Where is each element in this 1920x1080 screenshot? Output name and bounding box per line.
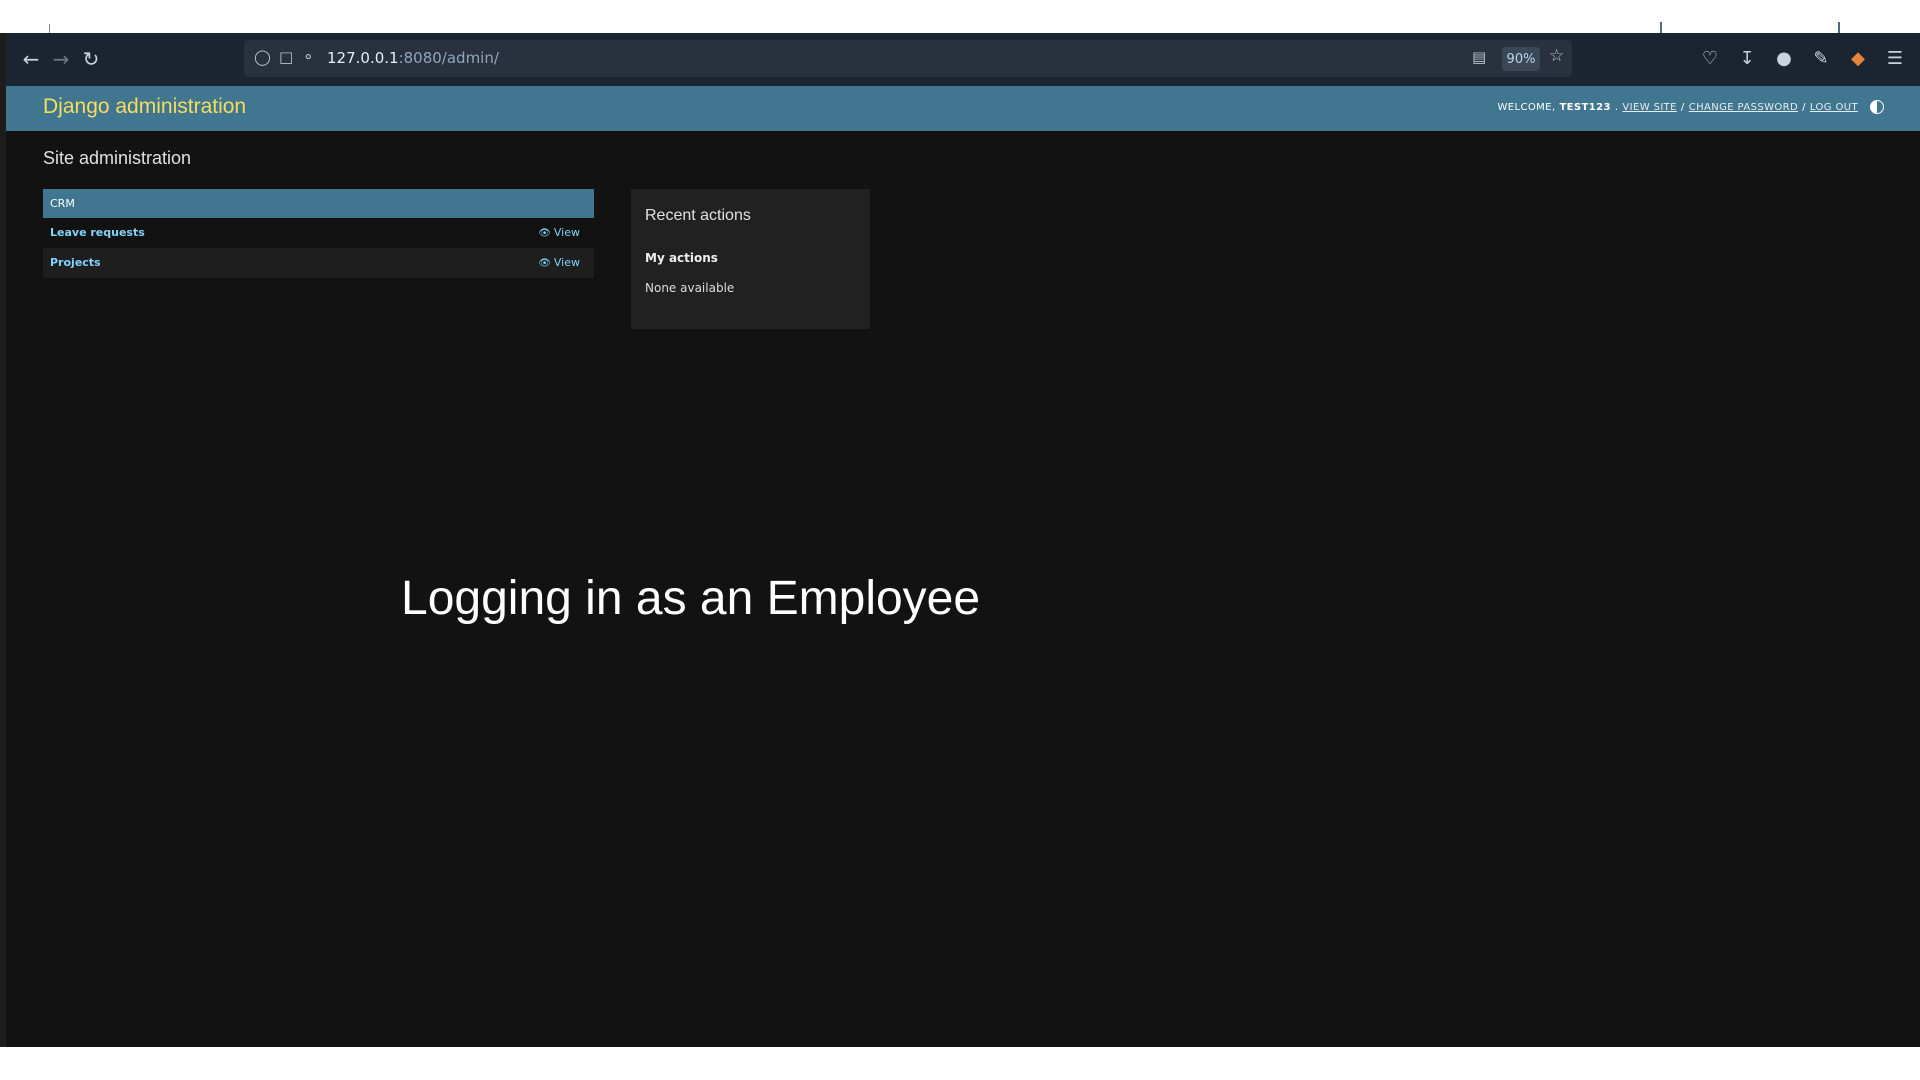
site-brand[interactable]: Django administration — [43, 95, 246, 119]
bookmark-star-icon[interactable]: ☆ — [1549, 46, 1564, 66]
video-caption: Logging in as an Employee — [401, 572, 981, 625]
django-header: Django administration WELCOME, TEST123. … — [6, 86, 1920, 131]
pocket-icon[interactable]: ♡ — [1697, 45, 1723, 71]
view-link[interactable]: 👁 View — [538, 256, 580, 269]
page-title: Site administration — [43, 148, 192, 168]
user-tools: WELCOME, TEST123. VIEW SITE / CHANGE PAS… — [1497, 100, 1884, 114]
empty-message: None available — [645, 281, 735, 295]
log-out-link[interactable]: LOG OUT — [1810, 102, 1858, 113]
recent-actions-panel: Recent actions My actions None available — [631, 189, 870, 329]
extensions-icon[interactable]: ✎ — [1808, 45, 1834, 71]
recent-actions-title: Recent actions — [645, 207, 751, 224]
key-icon[interactable]: ⚬ — [302, 48, 315, 66]
forward-arrow-icon[interactable]: → — [47, 45, 75, 73]
separator: / — [1680, 101, 1685, 113]
browser-toolbar: ← → ↻ ◯ □ ⚬ 127.0.0.1:8080/admin/ ▤ 90% … — [6, 33, 1920, 86]
app-module-crm: CRM Leave requests 👁 View Projects 👁 View — [43, 189, 594, 278]
welcome-text: WELCOME, — [1497, 101, 1556, 113]
reload-icon[interactable]: ↻ — [77, 45, 105, 73]
top-frame-strip — [0, 0, 1920, 38]
browser-screen: ← → ↻ ◯ □ ⚬ 127.0.0.1:8080/admin/ ▤ 90% … — [0, 33, 1920, 1047]
reader-view-icon[interactable]: ▤ — [1472, 48, 1486, 66]
download-icon[interactable]: ↧ — [1734, 45, 1760, 71]
model-link-leave-requests[interactable]: Leave requests — [50, 226, 145, 239]
view-label: View — [553, 256, 580, 269]
view-link[interactable]: 👁 View — [538, 226, 580, 239]
eye-icon: 👁 — [538, 258, 551, 269]
bottom-frame-strip — [0, 1047, 1920, 1080]
shield-icon[interactable]: ◯ — [254, 48, 271, 66]
url-path: :8080/admin/ — [398, 49, 499, 67]
window-edge — [0, 33, 6, 1047]
my-actions-heading: My actions — [645, 251, 718, 265]
table-row: Projects 👁 View — [43, 248, 594, 278]
zoom-badge[interactable]: 90% — [1502, 47, 1540, 71]
address-bar[interactable]: ◯ □ ⚬ 127.0.0.1:8080/admin/ ▤ 90% ☆ — [244, 40, 1572, 77]
table-row: Leave requests 👁 View — [43, 218, 594, 248]
theme-toggle-icon[interactable] — [1870, 100, 1884, 114]
model-link-projects[interactable]: Projects — [50, 256, 101, 269]
view-label: View — [553, 226, 580, 239]
view-site-link[interactable]: VIEW SITE — [1622, 102, 1677, 113]
eye-icon: 👁 — [538, 228, 551, 239]
account-avatar-icon[interactable]: ● — [1771, 45, 1797, 71]
menu-icon[interactable]: ☰ — [1882, 45, 1908, 71]
username: TEST123 — [1559, 101, 1611, 113]
module-caption[interactable]: CRM — [43, 189, 594, 218]
url-host: 127.0.0.1 — [327, 49, 399, 67]
back-arrow-icon[interactable]: ← — [17, 45, 45, 73]
url-text[interactable]: 127.0.0.1:8080/admin/ — [327, 49, 499, 67]
period: . — [1614, 101, 1619, 113]
fox-extension-icon[interactable]: ◆ — [1845, 45, 1871, 71]
page-icon[interactable]: □ — [279, 48, 293, 66]
separator: / — [1802, 101, 1806, 113]
change-password-link[interactable]: CHANGE PASSWORD — [1689, 102, 1798, 113]
frame-tick — [49, 24, 50, 33]
